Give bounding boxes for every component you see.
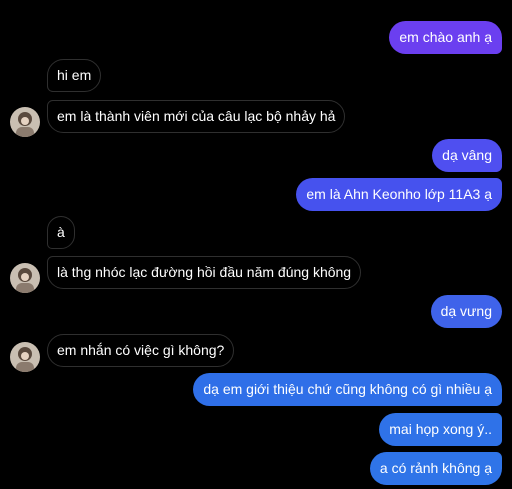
message-bubble-outgoing[interactable]: a có rảnh không ạ bbox=[369, 452, 502, 485]
message-text: em là Ahn Keonho lớp 11A3 ạ bbox=[306, 186, 492, 202]
message-text: dạ vâng bbox=[442, 147, 492, 163]
message-text: dạ vưng bbox=[440, 303, 492, 319]
message-bubble-outgoing[interactable]: dạ em giới thiệu chứ cũng không có gì nh… bbox=[193, 373, 502, 406]
message-bubble-incoming[interactable]: là thg nhóc lạc đường hồi đầu năm đúng k… bbox=[47, 256, 362, 289]
message-text: a có rảnh không ạ bbox=[379, 460, 492, 476]
message-text: dạ em giới thiệu chứ cũng không có gì nh… bbox=[203, 381, 492, 397]
message-text: em nhắn có việc gì không? bbox=[57, 342, 225, 358]
message-bubble-outgoing[interactable]: em chào anh ạ bbox=[389, 21, 502, 54]
message-bubble-incoming[interactable]: em là thành viên mới của câu lạc bộ nhảy… bbox=[47, 100, 346, 133]
message-text: em là thành viên mới của câu lạc bộ nhảy… bbox=[57, 108, 336, 124]
chat-thread: em chào anh ạ hi em em là thành viên mới… bbox=[0, 0, 512, 489]
user-avatar-icon[interactable] bbox=[10, 342, 40, 372]
message-bubble-incoming[interactable]: hi em bbox=[47, 59, 102, 92]
message-bubble-incoming[interactable]: à bbox=[47, 216, 75, 249]
message-text: em chào anh ạ bbox=[399, 29, 492, 45]
message-bubble-outgoing[interactable]: dạ vưng bbox=[430, 295, 502, 328]
message-bubble-incoming[interactable]: em nhắn có việc gì không? bbox=[47, 334, 235, 367]
message-bubble-outgoing[interactable]: mai họp xong ý.. bbox=[379, 413, 502, 446]
message-text: mai họp xong ý.. bbox=[389, 421, 492, 437]
user-avatar-icon[interactable] bbox=[10, 263, 40, 293]
user-avatar-icon[interactable] bbox=[10, 107, 40, 137]
message-text: là thg nhóc lạc đường hồi đầu năm đúng k… bbox=[57, 264, 352, 280]
message-text: à bbox=[57, 224, 65, 240]
message-text: hi em bbox=[57, 67, 92, 83]
message-bubble-outgoing[interactable]: dạ vâng bbox=[432, 139, 502, 172]
message-bubble-outgoing[interactable]: em là Ahn Keonho lớp 11A3 ạ bbox=[296, 178, 502, 211]
